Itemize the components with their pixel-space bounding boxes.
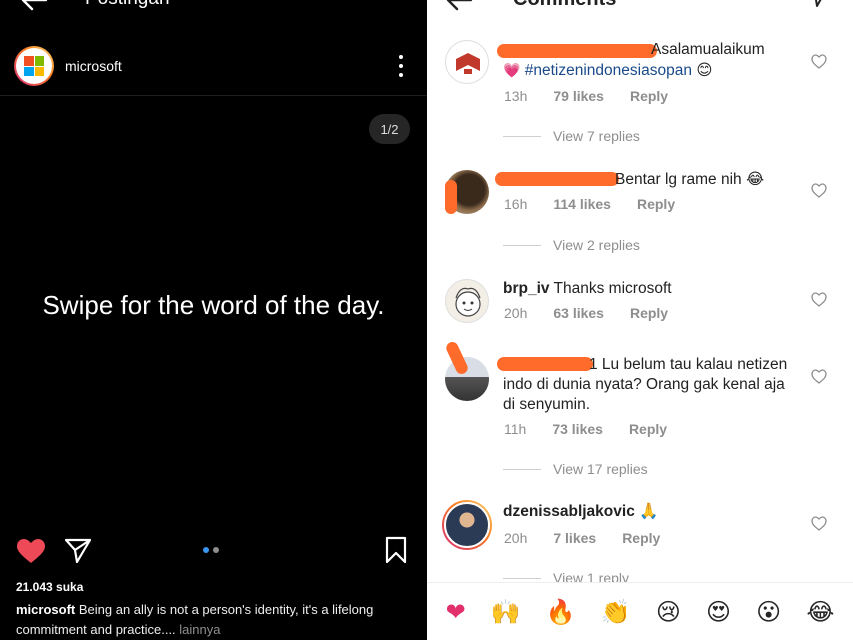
avatar[interactable] [442, 500, 492, 550]
comment-username[interactable]: dzenissabljakovic [503, 503, 635, 520]
quick-emoji-bar: ❤ 🙌 🔥 👏 😢 😍 😮 😂 [427, 582, 853, 640]
reply-button[interactable]: Reply [622, 530, 660, 546]
heart-emoji-button[interactable]: ❤ [446, 600, 466, 624]
comments-title: Comments [513, 0, 616, 11]
avatar[interactable] [445, 40, 489, 84]
comment-meta: 16h 114 likes Reply [504, 196, 701, 212]
comment-like-count[interactable]: 114 likes [553, 196, 611, 212]
comment-time: 20h [504, 305, 528, 321]
reply-button[interactable]: Reply [630, 305, 668, 321]
reply-button[interactable]: Reply [630, 88, 668, 104]
comment-time: 16h [504, 196, 528, 212]
comment-text: Asalamualaikum 💗 #netizenindonesiasopan … [503, 41, 765, 79]
comment-time: 20h [504, 530, 528, 546]
avatar[interactable] [445, 279, 489, 323]
view-replies-link[interactable]: View 17 replies [503, 461, 648, 477]
fire-emoji-button[interactable]: 🔥 [546, 600, 576, 624]
comment-meta: 11h 73 likes Reply [504, 421, 693, 437]
cartoon-face-icon [455, 287, 481, 317]
comment-like-heart-icon[interactable] [811, 516, 827, 531]
post-topbar: Postingan [0, 0, 427, 18]
comment-meta: 20h 63 likes Reply [504, 305, 694, 321]
avatar[interactable] [445, 357, 489, 401]
crying-emoji-button[interactable]: 😢 [656, 600, 681, 624]
raising-hands-emoji-button[interactable]: 🙌 [491, 600, 521, 624]
comment-text: 1 Lu belum tau kalau netizen indo di dun… [503, 356, 788, 413]
comment-item: brp_iv Thanks microsoft 20h 63 likes Rep… [427, 279, 853, 329]
comment-like-count[interactable]: 73 likes [552, 421, 603, 437]
comment-text: brp_iv Thanks microsoft [503, 280, 672, 297]
comment-text: dzenissabljakovic 🙏 [503, 503, 659, 520]
book-logo-icon [456, 53, 480, 74]
comments-screen: Comments Asalamualaikum 💗 #netizenindone… [427, 0, 853, 640]
surprised-emoji-button[interactable]: 😮 [756, 600, 781, 624]
post-actions [0, 534, 427, 568]
comment-like-count[interactable]: 63 likes [553, 305, 604, 321]
laughing-emoji-button[interactable]: 😂 [806, 600, 834, 624]
comment-item: Asalamualaikum 💗 #netizenindonesiasopan … [427, 40, 853, 150]
back-arrow-icon[interactable] [20, 0, 48, 12]
heart-eyes-emoji-button[interactable]: 😍 [706, 600, 731, 624]
post-header: microsoft [0, 44, 427, 96]
comment-like-heart-icon[interactable] [811, 54, 827, 69]
comment-like-heart-icon[interactable] [811, 292, 827, 307]
share-send-icon[interactable] [807, 0, 829, 8]
like-heart-icon[interactable] [16, 538, 46, 564]
comment-item: 1 Lu belum tau kalau netizen indo di dun… [427, 340, 853, 485]
caption-more-link[interactable]: lainnya [179, 622, 220, 637]
redaction-scribble [445, 180, 457, 214]
hashtag-link[interactable]: #netizenindonesiasopan [525, 62, 692, 79]
post-image-text: Swipe for the word of the day. [42, 290, 385, 320]
post-screen: Postingan microsoft 1/2 Swipe for the wo… [0, 0, 427, 640]
share-send-icon[interactable] [64, 538, 92, 564]
comment-like-count[interactable]: 79 likes [553, 88, 604, 104]
reply-button[interactable]: Reply [637, 196, 675, 212]
post-caption: microsoft Being an ally is not a person'… [16, 600, 416, 640]
caption-username[interactable]: microsoft [16, 602, 75, 617]
reply-button[interactable]: Reply [629, 421, 667, 437]
back-arrow-icon[interactable] [445, 0, 473, 12]
comment-like-count[interactable]: 7 likes [553, 530, 596, 546]
microsoft-logo-icon [24, 56, 44, 76]
comment-username[interactable]: brp_iv [503, 280, 550, 297]
comments-topbar: Comments [427, 0, 853, 18]
comment-meta: 13h 79 likes Reply [504, 88, 694, 104]
comment-meta: 20h 7 likes Reply [504, 530, 686, 546]
more-options-icon[interactable] [397, 55, 405, 77]
comment-like-heart-icon[interactable] [811, 369, 827, 384]
carousel-dots [203, 547, 219, 553]
comment-item: dzenissabljakovic 🙏 20h 7 likes Reply Vi… [427, 500, 853, 586]
comment-text: Bentar lg rame nih 😂 [615, 171, 765, 188]
carousel-page-indicator: 1/2 [369, 114, 410, 144]
comment-time: 13h [504, 88, 528, 104]
view-replies-link[interactable]: View 7 replies [503, 128, 640, 144]
comment-item: Bentar lg rame nih 😂 16h 114 likes Reply… [427, 170, 853, 260]
post-username[interactable]: microsoft [65, 58, 122, 74]
bookmark-icon[interactable] [384, 536, 408, 564]
avatar[interactable] [14, 46, 54, 86]
comment-like-heart-icon[interactable] [811, 183, 827, 198]
post-screen-title: Postingan [85, 0, 170, 10]
like-count[interactable]: 21.043 suka [16, 580, 83, 594]
clapping-emoji-button[interactable]: 👏 [601, 600, 631, 624]
comment-time: 11h [504, 421, 527, 437]
view-replies-link[interactable]: View 2 replies [503, 237, 640, 253]
